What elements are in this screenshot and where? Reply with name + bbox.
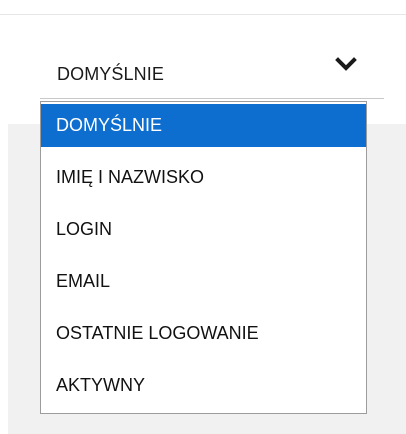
sort-select[interactable]: DOMYŚLNIE — [40, 44, 384, 99]
sort-select-value: DOMYŚLNIE — [57, 64, 164, 84]
top-divider — [0, 14, 406, 15]
option-ostatnie-logowanie[interactable]: OSTATNIE LOGOWANIE — [41, 312, 366, 355]
option-domyslnie[interactable]: DOMYŚLNIE — [41, 104, 366, 147]
option-aktywny[interactable]: AKTYWNY — [41, 364, 366, 407]
option-login[interactable]: LOGIN — [41, 208, 366, 251]
sort-options-list: DOMYŚLNIE IMIĘ I NAZWISKO LOGIN EMAIL OS… — [40, 101, 367, 414]
option-imie-i-nazwisko[interactable]: IMIĘ I NAZWISKO — [41, 156, 366, 199]
chevron-down-icon — [335, 55, 357, 78]
option-email[interactable]: EMAIL — [41, 260, 366, 303]
